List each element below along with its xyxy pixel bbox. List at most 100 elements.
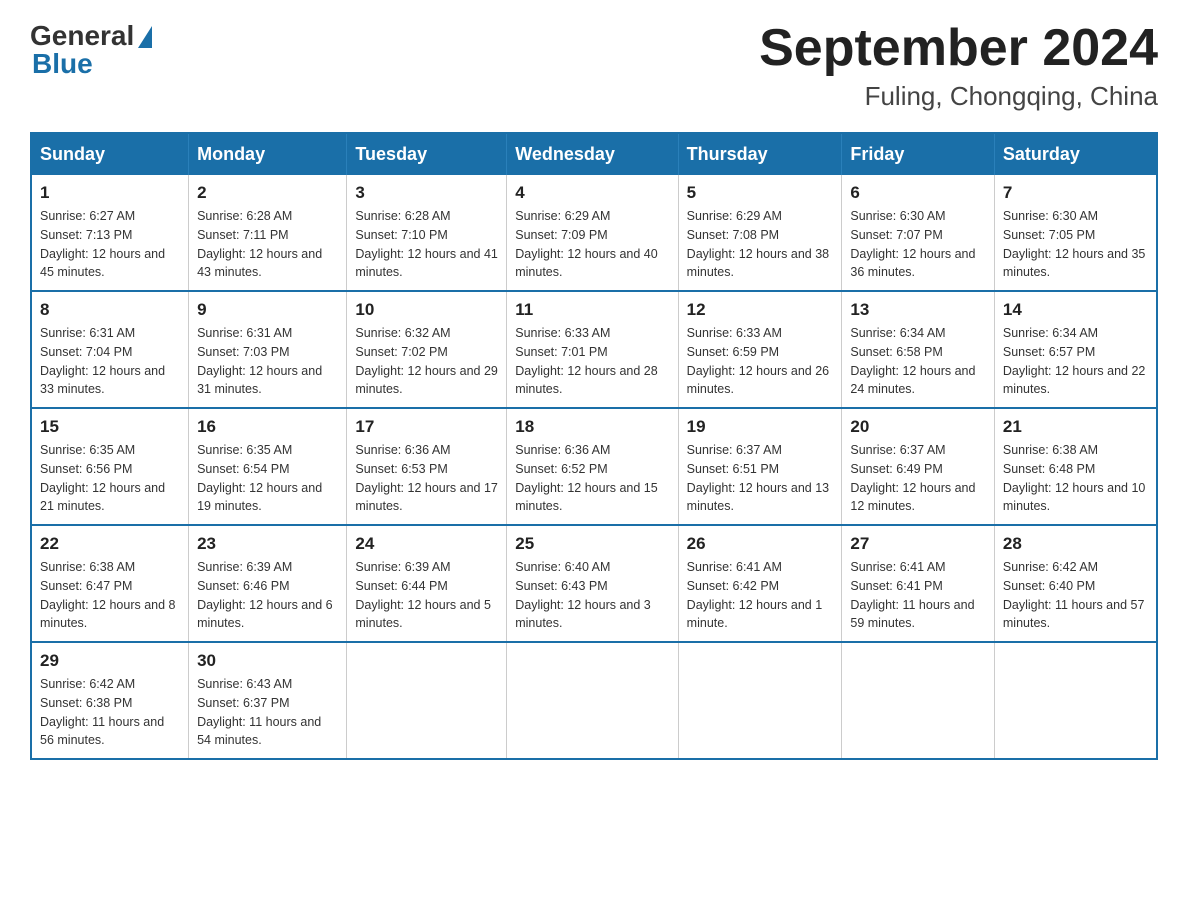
day-number: 25 xyxy=(515,534,669,554)
day-info: Sunrise: 6:39 AMSunset: 6:44 PMDaylight:… xyxy=(355,560,491,630)
calendar-cell xyxy=(994,642,1157,759)
day-number: 7 xyxy=(1003,183,1148,203)
day-info: Sunrise: 6:41 AMSunset: 6:41 PMDaylight:… xyxy=(850,560,974,630)
calendar-cell: 8 Sunrise: 6:31 AMSunset: 7:04 PMDayligh… xyxy=(31,291,189,408)
day-info: Sunrise: 6:40 AMSunset: 6:43 PMDaylight:… xyxy=(515,560,651,630)
day-number: 3 xyxy=(355,183,498,203)
calendar-cell: 11 Sunrise: 6:33 AMSunset: 7:01 PMDaylig… xyxy=(507,291,678,408)
day-number: 26 xyxy=(687,534,834,554)
location-text: Fuling, Chongqing, China xyxy=(759,81,1158,112)
day-number: 27 xyxy=(850,534,986,554)
day-info: Sunrise: 6:43 AMSunset: 6:37 PMDaylight:… xyxy=(197,677,321,747)
calendar-cell: 18 Sunrise: 6:36 AMSunset: 6:52 PMDaylig… xyxy=(507,408,678,525)
calendar-cell: 5 Sunrise: 6:29 AMSunset: 7:08 PMDayligh… xyxy=(678,175,842,291)
day-number: 20 xyxy=(850,417,986,437)
calendar-cell: 16 Sunrise: 6:35 AMSunset: 6:54 PMDaylig… xyxy=(189,408,347,525)
day-number: 19 xyxy=(687,417,834,437)
calendar-cell: 25 Sunrise: 6:40 AMSunset: 6:43 PMDaylig… xyxy=(507,525,678,642)
day-info: Sunrise: 6:39 AMSunset: 6:46 PMDaylight:… xyxy=(197,560,333,630)
logo: General Blue xyxy=(30,20,152,80)
calendar-cell: 6 Sunrise: 6:30 AMSunset: 7:07 PMDayligh… xyxy=(842,175,995,291)
day-info: Sunrise: 6:35 AMSunset: 6:56 PMDaylight:… xyxy=(40,443,165,513)
day-info: Sunrise: 6:38 AMSunset: 6:48 PMDaylight:… xyxy=(1003,443,1145,513)
calendar-cell: 10 Sunrise: 6:32 AMSunset: 7:02 PMDaylig… xyxy=(347,291,507,408)
day-info: Sunrise: 6:28 AMSunset: 7:11 PMDaylight:… xyxy=(197,209,322,279)
day-info: Sunrise: 6:34 AMSunset: 6:57 PMDaylight:… xyxy=(1003,326,1145,396)
header-friday: Friday xyxy=(842,133,995,175)
day-number: 13 xyxy=(850,300,986,320)
header-sunday: Sunday xyxy=(31,133,189,175)
day-info: Sunrise: 6:38 AMSunset: 6:47 PMDaylight:… xyxy=(40,560,176,630)
calendar-cell xyxy=(347,642,507,759)
day-number: 9 xyxy=(197,300,338,320)
calendar-cell: 26 Sunrise: 6:41 AMSunset: 6:42 PMDaylig… xyxy=(678,525,842,642)
day-number: 11 xyxy=(515,300,669,320)
day-number: 17 xyxy=(355,417,498,437)
header-row: Sunday Monday Tuesday Wednesday Thursday… xyxy=(31,133,1157,175)
calendar-cell: 19 Sunrise: 6:37 AMSunset: 6:51 PMDaylig… xyxy=(678,408,842,525)
day-number: 4 xyxy=(515,183,669,203)
day-info: Sunrise: 6:31 AMSunset: 7:04 PMDaylight:… xyxy=(40,326,165,396)
day-info: Sunrise: 6:30 AMSunset: 7:07 PMDaylight:… xyxy=(850,209,975,279)
day-info: Sunrise: 6:33 AMSunset: 6:59 PMDaylight:… xyxy=(687,326,829,396)
day-info: Sunrise: 6:32 AMSunset: 7:02 PMDaylight:… xyxy=(355,326,497,396)
day-info: Sunrise: 6:34 AMSunset: 6:58 PMDaylight:… xyxy=(850,326,975,396)
calendar-week-row: 22 Sunrise: 6:38 AMSunset: 6:47 PMDaylig… xyxy=(31,525,1157,642)
calendar-cell xyxy=(678,642,842,759)
calendar-week-row: 15 Sunrise: 6:35 AMSunset: 6:56 PMDaylig… xyxy=(31,408,1157,525)
calendar-week-row: 8 Sunrise: 6:31 AMSunset: 7:04 PMDayligh… xyxy=(31,291,1157,408)
day-info: Sunrise: 6:27 AMSunset: 7:13 PMDaylight:… xyxy=(40,209,165,279)
day-number: 5 xyxy=(687,183,834,203)
calendar-cell: 2 Sunrise: 6:28 AMSunset: 7:11 PMDayligh… xyxy=(189,175,347,291)
day-number: 6 xyxy=(850,183,986,203)
day-number: 1 xyxy=(40,183,180,203)
day-info: Sunrise: 6:36 AMSunset: 6:53 PMDaylight:… xyxy=(355,443,497,513)
calendar-table: Sunday Monday Tuesday Wednesday Thursday… xyxy=(30,132,1158,760)
calendar-cell: 15 Sunrise: 6:35 AMSunset: 6:56 PMDaylig… xyxy=(31,408,189,525)
day-number: 21 xyxy=(1003,417,1148,437)
day-number: 29 xyxy=(40,651,180,671)
calendar-cell: 17 Sunrise: 6:36 AMSunset: 6:53 PMDaylig… xyxy=(347,408,507,525)
day-info: Sunrise: 6:37 AMSunset: 6:51 PMDaylight:… xyxy=(687,443,829,513)
calendar-cell: 21 Sunrise: 6:38 AMSunset: 6:48 PMDaylig… xyxy=(994,408,1157,525)
day-number: 23 xyxy=(197,534,338,554)
day-number: 12 xyxy=(687,300,834,320)
day-info: Sunrise: 6:37 AMSunset: 6:49 PMDaylight:… xyxy=(850,443,975,513)
calendar-week-row: 29 Sunrise: 6:42 AMSunset: 6:38 PMDaylig… xyxy=(31,642,1157,759)
calendar-cell: 29 Sunrise: 6:42 AMSunset: 6:38 PMDaylig… xyxy=(31,642,189,759)
day-number: 22 xyxy=(40,534,180,554)
day-info: Sunrise: 6:42 AMSunset: 6:40 PMDaylight:… xyxy=(1003,560,1145,630)
day-number: 16 xyxy=(197,417,338,437)
header-thursday: Thursday xyxy=(678,133,842,175)
month-title: September 2024 xyxy=(759,20,1158,77)
calendar-cell: 12 Sunrise: 6:33 AMSunset: 6:59 PMDaylig… xyxy=(678,291,842,408)
day-info: Sunrise: 6:35 AMSunset: 6:54 PMDaylight:… xyxy=(197,443,322,513)
day-info: Sunrise: 6:33 AMSunset: 7:01 PMDaylight:… xyxy=(515,326,657,396)
calendar-cell: 28 Sunrise: 6:42 AMSunset: 6:40 PMDaylig… xyxy=(994,525,1157,642)
day-info: Sunrise: 6:29 AMSunset: 7:08 PMDaylight:… xyxy=(687,209,829,279)
calendar-cell: 30 Sunrise: 6:43 AMSunset: 6:37 PMDaylig… xyxy=(189,642,347,759)
day-number: 30 xyxy=(197,651,338,671)
calendar-cell: 24 Sunrise: 6:39 AMSunset: 6:44 PMDaylig… xyxy=(347,525,507,642)
header-monday: Monday xyxy=(189,133,347,175)
day-number: 24 xyxy=(355,534,498,554)
calendar-cell: 27 Sunrise: 6:41 AMSunset: 6:41 PMDaylig… xyxy=(842,525,995,642)
calendar-cell: 14 Sunrise: 6:34 AMSunset: 6:57 PMDaylig… xyxy=(994,291,1157,408)
day-number: 15 xyxy=(40,417,180,437)
page-header: General Blue September 2024 Fuling, Chon… xyxy=(30,20,1158,112)
day-info: Sunrise: 6:28 AMSunset: 7:10 PMDaylight:… xyxy=(355,209,497,279)
calendar-cell: 4 Sunrise: 6:29 AMSunset: 7:09 PMDayligh… xyxy=(507,175,678,291)
day-info: Sunrise: 6:30 AMSunset: 7:05 PMDaylight:… xyxy=(1003,209,1145,279)
day-number: 2 xyxy=(197,183,338,203)
calendar-cell: 13 Sunrise: 6:34 AMSunset: 6:58 PMDaylig… xyxy=(842,291,995,408)
calendar-cell: 9 Sunrise: 6:31 AMSunset: 7:03 PMDayligh… xyxy=(189,291,347,408)
calendar-week-row: 1 Sunrise: 6:27 AMSunset: 7:13 PMDayligh… xyxy=(31,175,1157,291)
calendar-cell xyxy=(842,642,995,759)
calendar-cell: 23 Sunrise: 6:39 AMSunset: 6:46 PMDaylig… xyxy=(189,525,347,642)
calendar-cell: 22 Sunrise: 6:38 AMSunset: 6:47 PMDaylig… xyxy=(31,525,189,642)
day-number: 28 xyxy=(1003,534,1148,554)
calendar-cell xyxy=(507,642,678,759)
day-info: Sunrise: 6:36 AMSunset: 6:52 PMDaylight:… xyxy=(515,443,657,513)
day-info: Sunrise: 6:29 AMSunset: 7:09 PMDaylight:… xyxy=(515,209,657,279)
calendar-cell: 1 Sunrise: 6:27 AMSunset: 7:13 PMDayligh… xyxy=(31,175,189,291)
